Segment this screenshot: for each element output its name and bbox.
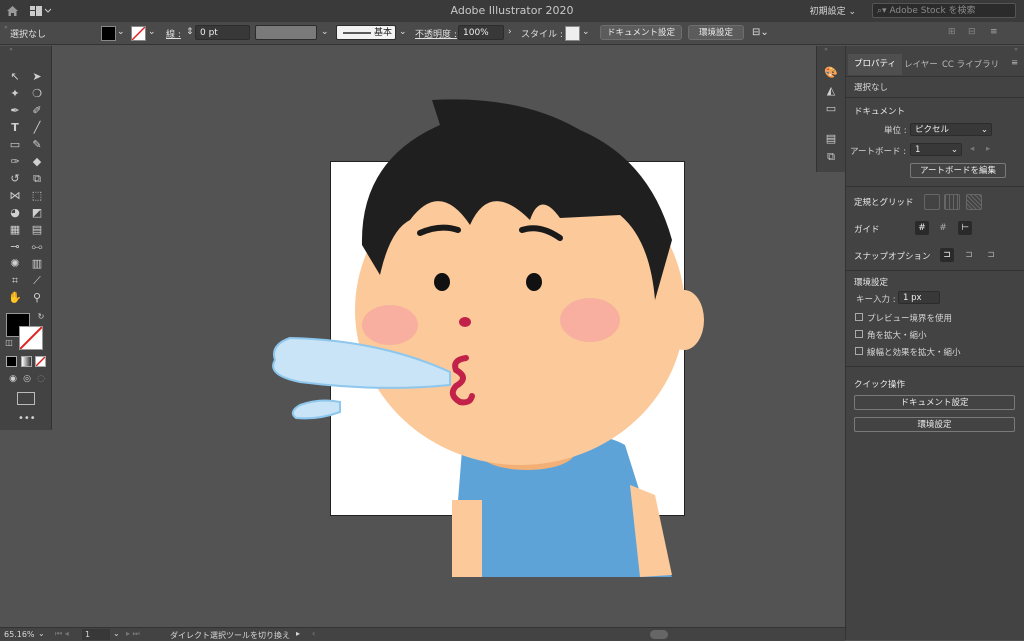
- panel-menu-icon[interactable]: ≡: [990, 27, 998, 37]
- chevron-down-icon[interactable]: ⌄: [38, 629, 45, 638]
- color-guide-panel-icon[interactable]: ◭: [824, 84, 838, 98]
- stock-search-input[interactable]: ⌕▾ Adobe Stock を検索: [872, 3, 1016, 18]
- scroll-left-icon[interactable]: ‹: [312, 629, 315, 638]
- artboard-value: 1: [915, 145, 921, 155]
- unit-value: ピクセル: [915, 125, 950, 135]
- scale-strokes-label: 線幅と効果を拡大・縮小: [867, 348, 961, 358]
- preview-bounds-label: プレビュー境界を使用: [867, 314, 953, 324]
- artboard-label: アートボード :: [850, 147, 907, 157]
- collapse-arrows-icon[interactable]: »: [1009, 46, 1023, 54]
- smart-guides-icon[interactable]: ⊢: [958, 221, 972, 235]
- guides-heading: ガイド: [854, 225, 880, 235]
- key-increment-label: キー入力 :: [856, 295, 896, 305]
- chevron-down-icon[interactable]: ⌄: [113, 629, 120, 638]
- scale-corners-checkbox[interactable]: [855, 330, 863, 338]
- search-icon: ⌕: [877, 6, 883, 16]
- chevron-down-icon: ⌄: [980, 125, 988, 135]
- zoom-level[interactable]: 65.16%: [4, 630, 35, 639]
- snap-to-point-icon[interactable]: ⊐: [940, 248, 954, 262]
- status-bar: 65.16% ⌄ ⏮ ◂ 1 ⌄ ▸ ⏭ ダイレクト選択ツールを切り換え ▸ ‹: [0, 627, 845, 641]
- document-heading: ドキュメント: [854, 107, 906, 117]
- tab-properties[interactable]: プロパティ: [848, 54, 902, 75]
- horizontal-scrollbar-thumb[interactable]: [650, 630, 668, 639]
- snap-to-glyph-icon[interactable]: ⊐: [984, 248, 998, 262]
- artboards-panel-icon[interactable]: ⧉: [824, 150, 838, 164]
- panel-menu-icon[interactable]: ≡: [1011, 58, 1018, 68]
- first-artboard-icon[interactable]: ⏮ ◂: [55, 629, 69, 639]
- workspace-menu[interactable]: 初期設定 ⌄: [810, 4, 856, 17]
- scale-corners-label: 角を拡大・縮小: [867, 331, 927, 341]
- stock-search-placeholder: Adobe Stock を検索: [889, 6, 976, 16]
- illustration-canvas: [272, 99, 704, 577]
- collapse-arrows-icon[interactable]: »: [819, 46, 833, 54]
- quick-document-setup-button[interactable]: ドキュメント設定: [854, 395, 1015, 410]
- tool-hint: ダイレクト選択ツールを切り換え: [170, 631, 290, 640]
- selection-status: 選択なし: [854, 83, 889, 93]
- scale-strokes-checkbox[interactable]: [855, 347, 863, 355]
- chevron-down-icon: ⌄: [848, 7, 856, 17]
- next-artboard-icon[interactable]: ▸: [986, 144, 990, 154]
- panel-dock: » 🎨 ◭ ▭ ▤ ⧉: [816, 46, 846, 172]
- boy-illustration[interactable]: [272, 99, 704, 577]
- rulers-grids-heading: 定規とグリッド: [854, 198, 914, 208]
- quick-actions-heading: クイック操作: [854, 380, 906, 390]
- show-guides-icon[interactable]: #: [915, 221, 929, 235]
- edit-artboard-button[interactable]: アートボードを編集: [910, 163, 1006, 178]
- distribute-icon[interactable]: ⊟: [968, 27, 976, 37]
- preview-bounds-checkbox[interactable]: [855, 313, 863, 321]
- tab-layers[interactable]: レイヤー: [904, 58, 938, 70]
- transparency-grid-icon[interactable]: [966, 194, 982, 210]
- properties-panel: » プロパティ レイヤー CC ライブラリ ≡ 選択なし ドキュメント 単位 :…: [845, 46, 1024, 640]
- preferences-heading: 環境設定: [854, 278, 889, 288]
- panel-tabs: プロパティ レイヤー CC ライブラリ ≡: [846, 54, 1024, 77]
- quick-preferences-button[interactable]: 環境設定: [854, 417, 1015, 432]
- unit-select[interactable]: ピクセル ⌄: [910, 123, 992, 136]
- artboard-select[interactable]: 1 ⌄: [910, 143, 962, 156]
- layers-panel-icon[interactable]: ▤: [824, 132, 838, 146]
- snap-to-pixel-icon[interactable]: ⊐: [962, 248, 976, 262]
- unit-label: 単位 :: [884, 126, 907, 136]
- divider: [846, 366, 1024, 367]
- align-icon[interactable]: ⊞: [948, 27, 956, 37]
- chevron-down-icon: ⌄: [950, 145, 958, 155]
- key-increment-input[interactable]: 1 px: [898, 291, 940, 304]
- swatches-panel-icon[interactable]: ▭: [824, 102, 838, 116]
- divider: [846, 270, 1024, 271]
- divider: [846, 186, 1024, 187]
- lock-guides-icon[interactable]: #: [936, 221, 950, 235]
- snap-options-heading: スナップオプション: [854, 252, 931, 262]
- last-artboard-icon[interactable]: ▸ ⏭: [126, 629, 140, 639]
- status-menu-icon[interactable]: ▸: [296, 629, 300, 638]
- divider: [846, 97, 1024, 98]
- tab-cc-libraries[interactable]: CC ライブラリ: [942, 58, 999, 70]
- prev-artboard-icon[interactable]: ◂: [970, 144, 974, 154]
- artboard-number-input[interactable]: 1: [82, 629, 110, 640]
- color-panel-icon[interactable]: 🎨: [824, 66, 838, 80]
- grid-icon[interactable]: [944, 194, 960, 210]
- rulers-icon[interactable]: [924, 194, 940, 210]
